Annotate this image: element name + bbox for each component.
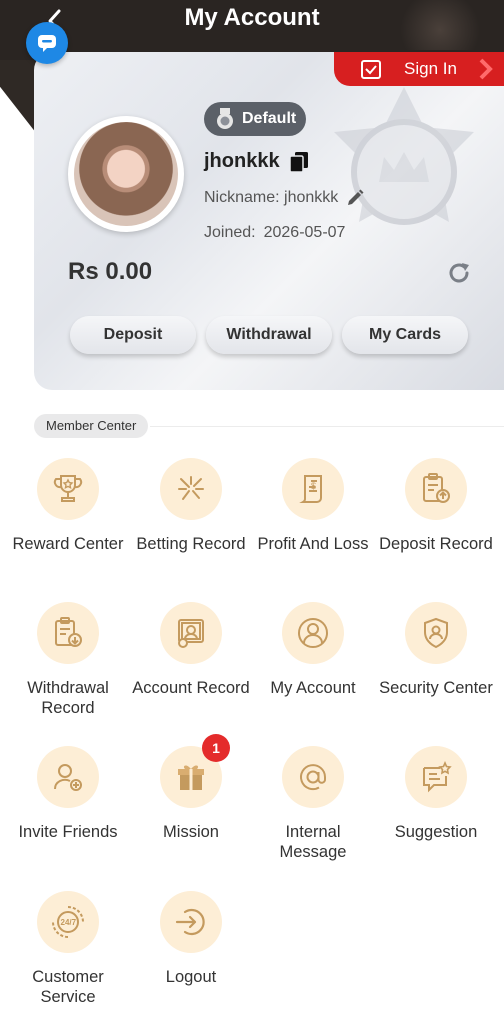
gift-icon bbox=[178, 765, 204, 790]
medal-watermark-icon bbox=[334, 87, 474, 225]
suggestion-icon bbox=[423, 760, 452, 793]
copy-icon[interactable] bbox=[289, 151, 308, 172]
shield-icon bbox=[424, 617, 448, 649]
sign-in-label: Sign In bbox=[404, 59, 457, 78]
menu-item-label: Suggestion bbox=[394, 823, 478, 841]
menu-item-internal-message[interactable]: Internal Message bbox=[250, 746, 376, 862]
menu-item-label: Logout bbox=[165, 968, 217, 986]
menu-item-label: Invite Friends bbox=[18, 823, 118, 841]
divider bbox=[150, 426, 504, 427]
menu-item-label: Profit And Loss bbox=[257, 535, 369, 553]
profit-loss-icon: $ bbox=[299, 475, 322, 503]
menu-item-label: My Account bbox=[270, 679, 356, 697]
notification-badge: 1 bbox=[202, 734, 230, 762]
username: jhonkkk bbox=[204, 150, 280, 172]
username-row: jhonkkk bbox=[204, 150, 308, 173]
deposit-button[interactable]: Deposit bbox=[70, 316, 196, 354]
profile-card: Sign In Default jhonkkk Nickname: jhonkk… bbox=[34, 52, 504, 390]
avatar[interactable] bbox=[68, 116, 184, 232]
logout-icon bbox=[175, 908, 205, 936]
withdrawal-button[interactable]: Withdrawal bbox=[206, 316, 332, 354]
menu-item-account-record[interactable]: Account Record bbox=[128, 602, 254, 698]
balance-amount: Rs 0.00 bbox=[68, 258, 153, 285]
menu-item-label: Deposit Record bbox=[379, 535, 493, 553]
menu-item-deposit-record[interactable]: Deposit Record bbox=[373, 458, 499, 554]
member-center-label: Member Center bbox=[34, 414, 149, 438]
joined-date: 2026-05-07 bbox=[263, 224, 346, 241]
user-icon bbox=[298, 618, 328, 648]
page-title: My Account bbox=[184, 4, 320, 31]
menu-item-invite-friends[interactable]: Invite Friends bbox=[5, 746, 131, 842]
menu-item-mission[interactable]: 1 Mission bbox=[128, 734, 254, 842]
svg-text:$: $ bbox=[311, 481, 316, 491]
my-cards-button[interactable]: My Cards bbox=[342, 316, 468, 354]
level-badge: Default bbox=[204, 102, 306, 136]
menu-item-withdrawal-record[interactable]: Withdrawal Record bbox=[5, 602, 131, 718]
menu-item-label: Reward Center bbox=[12, 535, 124, 553]
menu-item-security-center[interactable]: Security Center bbox=[373, 602, 499, 698]
joined-label: Joined: bbox=[204, 224, 256, 241]
menu-item-my-account[interactable]: My Account bbox=[250, 602, 376, 698]
nickname: Nickname: jhonkkk bbox=[204, 189, 339, 206]
menu-item-logout[interactable]: Logout bbox=[128, 891, 254, 987]
menu-item-label: Betting Record bbox=[136, 535, 246, 553]
chevron-right-icon bbox=[479, 58, 493, 80]
menu-item-betting-record[interactable]: Betting Record bbox=[128, 458, 254, 554]
menu-item-label: Customer Service bbox=[32, 968, 104, 1006]
sign-in-button[interactable]: Sign In bbox=[334, 52, 504, 86]
support-24-7-icon: 24/7 bbox=[52, 906, 84, 938]
app-header: My Account bbox=[0, 0, 504, 50]
chat-icon bbox=[38, 35, 56, 52]
svg-text:24/7: 24/7 bbox=[61, 918, 77, 927]
menu-item-customer-service[interactable]: 24/7 Customer Service bbox=[5, 891, 131, 1007]
nickname-row: Nickname: jhonkkk bbox=[204, 189, 364, 207]
level-badge-label: Default bbox=[242, 110, 297, 127]
invite-icon bbox=[53, 764, 82, 791]
menu-item-label: Withdrawal Record bbox=[27, 679, 109, 717]
menu-item-suggestion[interactable]: Suggestion bbox=[373, 746, 499, 842]
deposit-record-icon bbox=[423, 473, 450, 503]
at-icon bbox=[300, 764, 326, 791]
joined-row: Joined: 2026-05-07 bbox=[204, 224, 345, 242]
menu-item-label: Security Center bbox=[379, 679, 493, 697]
menu-item-reward-center[interactable]: Reward Center bbox=[5, 458, 131, 554]
edit-pencil-icon[interactable] bbox=[346, 189, 364, 207]
chat-bubble-button[interactable] bbox=[26, 22, 68, 64]
menu-item-profit-and-loss[interactable]: $ Profit And Loss bbox=[250, 458, 376, 554]
medal-icon bbox=[217, 108, 233, 129]
menu-item-label: Mission bbox=[163, 823, 219, 841]
betting-icon bbox=[178, 476, 204, 500]
account-record-icon bbox=[178, 619, 204, 648]
trophy-icon bbox=[53, 475, 83, 502]
menu-item-label: Account Record bbox=[132, 679, 250, 697]
withdrawal-record-icon bbox=[55, 617, 82, 647]
refresh-icon[interactable] bbox=[446, 260, 472, 286]
menu-item-label: Internal Message bbox=[279, 823, 347, 861]
avatar-image bbox=[74, 122, 178, 226]
calendar-check-icon bbox=[361, 60, 381, 79]
